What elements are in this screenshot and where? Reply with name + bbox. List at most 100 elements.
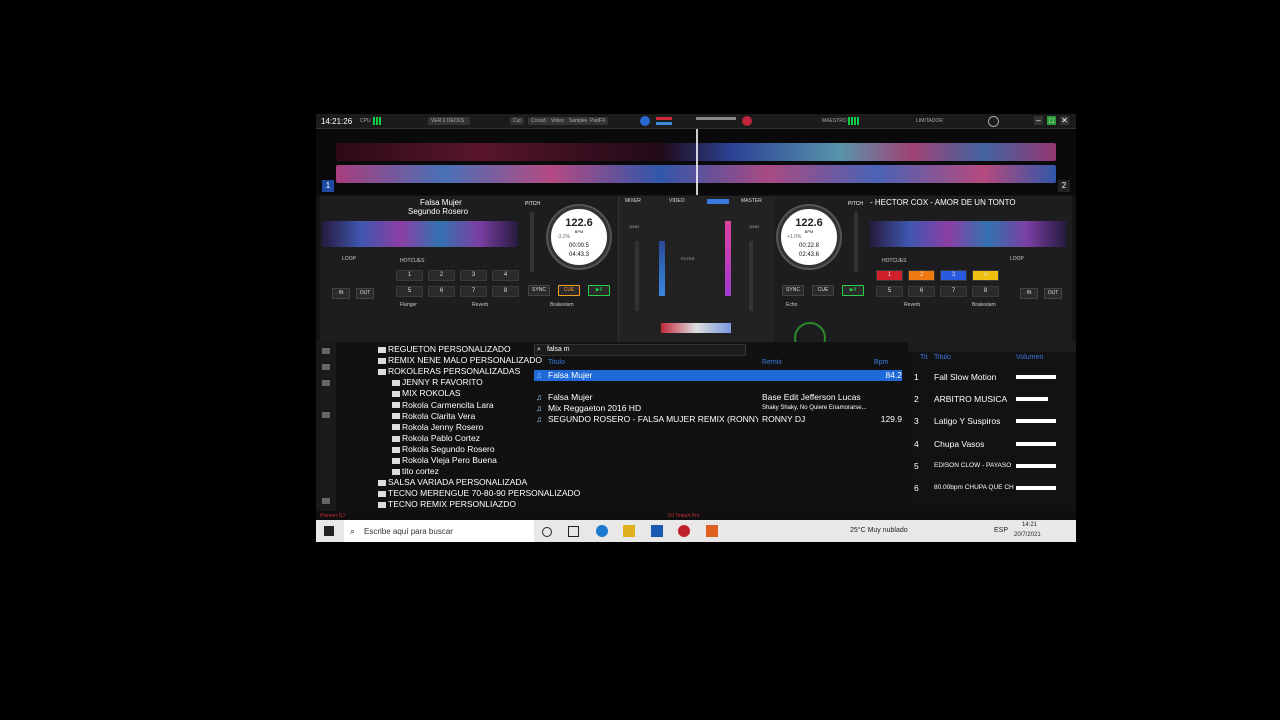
folder-tree-item[interactable]: TECNO REMIX PERSONLIAZDO	[378, 499, 516, 510]
folder-tree-item[interactable]: Rokola Vieja Pero Buena	[392, 455, 497, 466]
taskbar-time[interactable]: 14:21	[1022, 522, 1037, 528]
fx-slot[interactable]: Brakeslam	[550, 302, 574, 308]
hotcue-pad[interactable]: 1	[876, 270, 903, 281]
hotcue-pad[interactable]: 1	[396, 270, 423, 281]
weather[interactable]: 25°C Muy nublado	[850, 527, 908, 534]
close-icon[interactable]: ✕	[1060, 116, 1069, 125]
sidelist-row[interactable]: 3 Latigo Y Suspiros	[908, 410, 1068, 432]
hotcue-pad[interactable]: 8	[492, 286, 519, 297]
volume-bar[interactable]	[1016, 397, 1048, 402]
hotcue-pad[interactable]: 7	[460, 286, 487, 297]
hotcue-pad[interactable]: 4	[492, 270, 519, 281]
folder-tree-item[interactable]: Rokola Pablo Cortez	[392, 433, 480, 444]
mail-icon[interactable]	[651, 525, 663, 537]
minimize-icon[interactable]: –	[1034, 116, 1043, 125]
taskbar-date[interactable]: 20/7/2021	[1014, 532, 1041, 538]
sidelist-row[interactable]: 6 80.00bpm CHUPA QUE CHI...	[908, 477, 1068, 499]
taskbar-search[interactable]: ⌕ Escribe aquí para buscar	[344, 520, 534, 542]
folder-tree-item[interactable]: JENNY R FAVORITO	[392, 377, 483, 388]
cut-button[interactable]: Cut	[510, 117, 524, 125]
volume-bar[interactable]	[1016, 419, 1056, 424]
hotcue-pad[interactable]: 2	[908, 270, 935, 281]
deck-left-jog[interactable]: 122.6 BPM -3.2% 00:00.5 04:43.3	[548, 206, 610, 268]
file-row[interactable]: ♫ Mix Reggaeton 2016 HD Shaky Shaky, No Qu…	[534, 403, 902, 414]
language[interactable]: ESP	[994, 527, 1008, 534]
folder-tree-item[interactable]: tito cortez	[392, 466, 439, 477]
deck-right-play-button[interactable]: ▶II	[842, 285, 864, 296]
hotcue-pad[interactable]: 4	[972, 270, 999, 281]
search-app-icon[interactable]	[706, 525, 718, 537]
file-explorer-icon[interactable]	[623, 525, 635, 537]
volume-bar[interactable]	[1016, 486, 1056, 490]
col-bpm[interactable]: Bpm	[874, 357, 888, 368]
sidelist-row[interactable]: 4 Chupa Vasos	[908, 433, 1068, 455]
volume-bar[interactable]	[1016, 375, 1056, 379]
fx-slot[interactable]: Reverb	[472, 302, 488, 308]
folder-tree-item[interactable]: REGUETON PERSONALIZADO	[378, 344, 511, 355]
file-row[interactable]: ♫ Falsa Mujer 84.2	[534, 370, 902, 381]
deck-left-pitch-slider[interactable]	[530, 212, 534, 272]
hotcue-pad[interactable]: 5	[876, 286, 903, 297]
sidelist-col-vol[interactable]: Volumen	[1016, 354, 1043, 361]
fx-slot[interactable]: Brakeslam	[972, 302, 996, 308]
filter-icon[interactable]	[322, 380, 330, 386]
deck-left-cue-button[interactable]: CUE	[558, 285, 580, 296]
deck-right-overview[interactable]	[870, 221, 1066, 247]
video-tab[interactable]: VIDEO	[669, 198, 685, 204]
task-view-icon[interactable]	[568, 526, 579, 537]
settings-gear-icon[interactable]	[988, 116, 999, 127]
loop-in-button[interactable]: IN	[1020, 288, 1038, 299]
sync-master-icon[interactable]	[640, 116, 650, 126]
search-input[interactable]: ⌕ falsa m	[534, 344, 746, 356]
channel-2-fader[interactable]	[749, 241, 753, 311]
hotcue-pad[interactable]: 3	[460, 270, 487, 281]
deck-left-overview[interactable]	[322, 221, 518, 247]
volume-bar[interactable]	[1016, 463, 1056, 468]
star-icon[interactable]	[322, 348, 330, 354]
hotcue-pad[interactable]: 3	[940, 270, 967, 281]
folder-tree-item[interactable]: SALSA VARIADA PERSONALIZADA	[378, 477, 527, 488]
folder-tree-item[interactable]: Rokola Segundo Rosero	[392, 444, 495, 455]
channel-1-fader[interactable]	[635, 241, 639, 311]
list-icon[interactable]	[322, 364, 330, 370]
folder-tree-item[interactable]: Rokola Clarita Vera	[392, 411, 475, 422]
hotcue-pad[interactable]: 2	[428, 270, 455, 281]
sidelist-row[interactable]: 5 EDISON CLOW - PAYASO	[908, 455, 1068, 477]
col-remix[interactable]: Remix	[762, 357, 782, 368]
fx-slot[interactable]: Echo	[786, 302, 797, 308]
loop-out-button[interactable]: OUT	[356, 288, 374, 299]
file-row[interactable]: ♫ SEGUNDO ROSERO - FALSA MUJER REMIX (RON…	[534, 414, 902, 425]
sidelist-col-title[interactable]: Titulo	[934, 354, 951, 361]
crossfader-button[interactable]: Crossf.	[528, 117, 550, 125]
folder-tree-item[interactable]: MIX ROKOLAS	[392, 388, 461, 399]
fx-slot[interactable]: Reverb	[904, 302, 920, 308]
deck-left-play-button[interactable]: ▶II	[588, 285, 610, 296]
crossfader[interactable]	[661, 323, 731, 333]
mixer-tab[interactable]: MIXER	[625, 198, 641, 204]
loop-in-button[interactable]: IN	[332, 288, 350, 299]
col-title[interactable]: Titulo	[548, 357, 565, 368]
deck-left-sync-button[interactable]: SYNC	[528, 285, 550, 296]
padfx-button[interactable]: PadFX	[587, 117, 609, 125]
folder-tree-item[interactable]: ROKOLERAS PERSONALIZADAS	[378, 366, 520, 377]
volume-bar[interactable]	[1016, 441, 1056, 446]
record-icon[interactable]	[742, 116, 752, 126]
hotcue-pad[interactable]: 8	[972, 286, 999, 297]
folder-tree-item[interactable]: Rokola Jenny Rosero	[392, 422, 483, 433]
fx-slot[interactable]: Flanger	[400, 302, 417, 308]
virtualdj-icon[interactable]	[678, 525, 690, 537]
cortana-icon[interactable]	[542, 527, 552, 537]
sampler-icon[interactable]	[322, 498, 330, 504]
folder-tree-item[interactable]: REMIX NENE MALO PERSONALIZADO	[378, 355, 542, 366]
windows-start-icon[interactable]	[324, 526, 334, 536]
deck-right-sync-button[interactable]: SYNC	[782, 285, 804, 296]
crossfader-mode[interactable]	[707, 199, 729, 204]
sidelist-row[interactable]: 2 ARBITRO MUSICA	[908, 388, 1068, 410]
video-button[interactable]: Video	[548, 117, 567, 125]
hotcue-pad[interactable]: 7	[940, 286, 967, 297]
hotcue-pad[interactable]: 6	[908, 286, 935, 297]
folder-tree-item[interactable]: Rokola Carmencita Lara	[392, 400, 494, 411]
sideview-icon[interactable]	[322, 412, 330, 418]
maximize-icon[interactable]: □	[1047, 116, 1056, 125]
loop-out-button[interactable]: OUT	[1044, 288, 1062, 299]
